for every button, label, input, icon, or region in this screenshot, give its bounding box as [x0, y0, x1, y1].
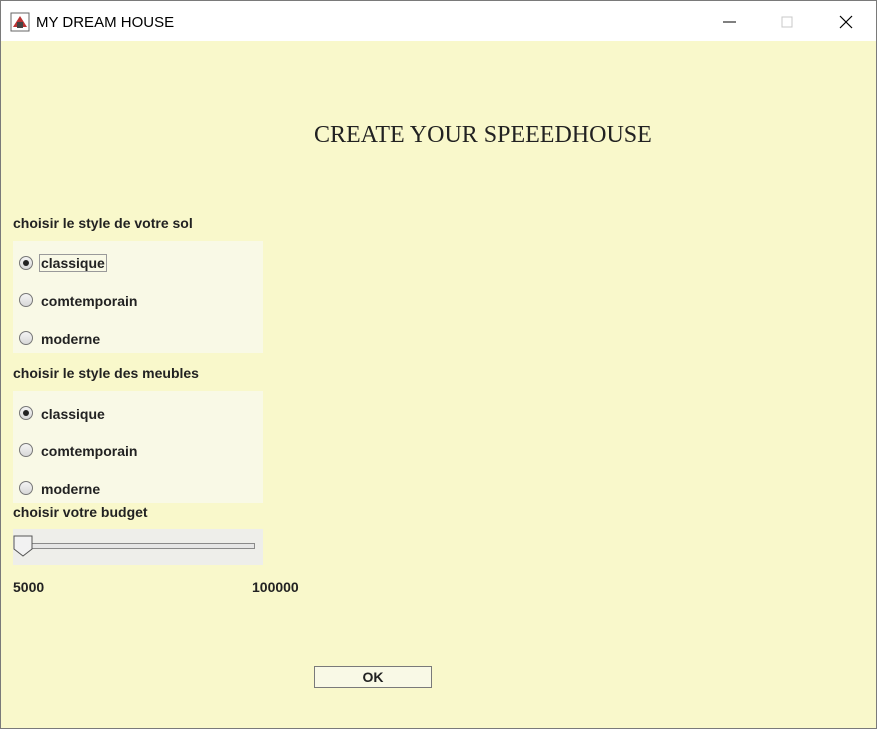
- floor-radio-moderne[interactable]: moderne: [13, 328, 263, 362]
- budget-min-label: 5000: [13, 579, 45, 595]
- close-button[interactable]: [817, 1, 875, 41]
- radio-label: classique: [41, 406, 105, 422]
- radio-unselected-icon: [19, 481, 33, 495]
- radio-unselected-icon: [19, 293, 33, 307]
- radio-unselected-icon: [19, 331, 33, 345]
- budget-slider[interactable]: [13, 529, 263, 565]
- radio-selected-icon: [19, 406, 33, 420]
- java-app-icon: [10, 12, 30, 32]
- window-title: MY DREAM HOUSE: [36, 14, 175, 31]
- minimize-button[interactable]: [700, 1, 758, 41]
- floor-radio-classique[interactable]: classique: [13, 253, 263, 287]
- slider-thumb[interactable]: [13, 535, 33, 557]
- radio-label: moderne: [41, 481, 101, 497]
- radio-label: comtemporain: [41, 443, 138, 459]
- title-bar: MY DREAM HOUSE: [1, 1, 876, 41]
- furniture-radio-classique[interactable]: classique: [13, 403, 263, 437]
- maximize-button[interactable]: [758, 1, 816, 41]
- furniture-style-group: classique comtemporain moderne: [13, 391, 263, 503]
- app-window: MY DREAM HOUSE CREATE YOUR SPEEEDHOUSE c…: [0, 0, 877, 729]
- budget-label: choisir votre budget: [13, 504, 148, 520]
- ok-button[interactable]: OK: [314, 666, 432, 688]
- page-heading: CREATE YOUR SPEEEDHOUSE: [314, 122, 652, 148]
- radio-selected-icon: [19, 256, 33, 270]
- floor-radio-comtemporain[interactable]: comtemporain: [13, 290, 263, 324]
- slider-track[interactable]: [20, 543, 255, 549]
- radio-unselected-icon: [19, 443, 33, 457]
- furniture-radio-comtemporain[interactable]: comtemporain: [13, 440, 263, 474]
- radio-label: moderne: [41, 331, 101, 347]
- budget-max-label: 100000: [252, 579, 299, 595]
- floor-style-label: choisir le style de votre sol: [13, 215, 193, 231]
- furniture-style-label: choisir le style des meubles: [13, 365, 199, 381]
- floor-style-group: classique comtemporain moderne: [13, 241, 263, 353]
- radio-label: classique: [39, 254, 107, 272]
- radio-label: comtemporain: [41, 293, 138, 309]
